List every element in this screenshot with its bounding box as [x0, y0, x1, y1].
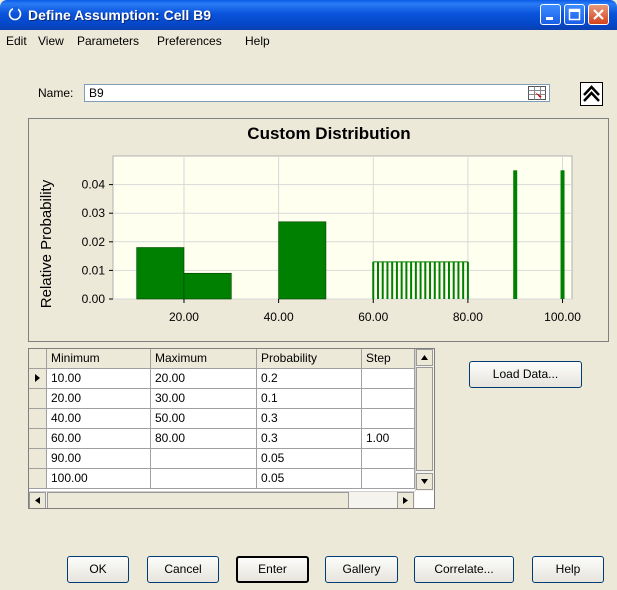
scroll-right-icon	[403, 497, 408, 504]
cell-step[interactable]	[362, 409, 415, 429]
chart-title: Custom Distribution	[247, 124, 410, 143]
x-tick-label: 60.00	[358, 310, 388, 324]
horizontal-scroll-thumb[interactable]	[47, 492, 349, 508]
y-ticks: 0.00 0.01 0.02 0.03 0.04	[82, 178, 113, 306]
row-header[interactable]	[29, 389, 47, 409]
range-bar	[278, 221, 327, 300]
vertical-scroll-thumb[interactable]	[416, 367, 433, 471]
cell-probability[interactable]: 0.2	[257, 369, 362, 389]
menu-view[interactable]: View	[38, 34, 64, 48]
y-tick-label: 0.00	[82, 292, 106, 306]
header-step[interactable]: Step	[362, 349, 415, 369]
y-tick-label: 0.02	[82, 235, 106, 249]
cell-maximum[interactable]: 80.00	[151, 429, 257, 449]
cell-probability[interactable]: 0.3	[257, 409, 362, 429]
header-maximum[interactable]: Maximum	[151, 349, 257, 369]
y-tick-label: 0.01	[82, 263, 106, 277]
correlate-button[interactable]: Correlate...	[414, 556, 514, 583]
row-header[interactable]	[29, 469, 47, 489]
cell-minimum[interactable]: 10.00	[47, 369, 151, 389]
cell-maximum[interactable]	[151, 469, 257, 489]
crystal-ball-icon	[8, 7, 22, 21]
maximize-icon	[568, 8, 581, 21]
cell-probability[interactable]: 0.1	[257, 389, 362, 409]
discrete-bar	[560, 170, 565, 299]
scroll-left-button[interactable]	[29, 492, 46, 508]
name-label: Name:	[38, 86, 74, 100]
cell-maximum[interactable]: 50.00	[151, 409, 257, 429]
current-row-icon	[35, 374, 40, 382]
menu-help[interactable]: Help	[245, 34, 270, 48]
cell-minimum[interactable]: 40.00	[47, 409, 151, 429]
double-chevron-up-icon	[583, 85, 600, 102]
cell-maximum[interactable]: 20.00	[151, 369, 257, 389]
horizontal-scrollbar[interactable]	[29, 491, 415, 508]
title-bar[interactable]: Define Assumption: Cell B9	[0, 0, 617, 30]
range-bar	[183, 272, 232, 300]
x-ticks: 20.00 40.00 60.00 80.00 100.00	[169, 299, 581, 324]
menu-edit[interactable]: Edit	[6, 34, 27, 48]
header-probability[interactable]: Probability	[257, 349, 362, 369]
distribution-table[interactable]: Minimum Maximum Probability Step 10.00 20…	[28, 348, 435, 509]
row-header[interactable]	[29, 409, 47, 429]
close-button[interactable]	[588, 4, 609, 25]
distribution-chart: Custom Distribution Relative Probability…	[38, 124, 581, 324]
row-header[interactable]	[29, 429, 47, 449]
cell-step[interactable]	[362, 369, 415, 389]
collapse-button[interactable]	[580, 82, 603, 106]
cell-minimum[interactable]: 100.00	[47, 469, 151, 489]
cell-step[interactable]	[362, 389, 415, 409]
cell-minimum[interactable]: 90.00	[47, 449, 151, 469]
cell-step[interactable]: 1.00	[362, 429, 415, 449]
minimize-icon	[546, 17, 553, 20]
scroll-down-icon	[421, 479, 428, 484]
cancel-button[interactable]: Cancel	[147, 556, 219, 583]
cell-maximum[interactable]	[151, 449, 257, 469]
menu-preferences[interactable]: Preferences	[157, 34, 222, 48]
corner-cell	[29, 349, 47, 369]
scroll-down-button[interactable]	[416, 473, 433, 490]
vertical-scrollbar[interactable]	[415, 349, 434, 491]
minimize-button[interactable]	[540, 4, 561, 25]
row-header[interactable]	[29, 449, 47, 469]
cell-minimum[interactable]: 20.00	[47, 389, 151, 409]
header-minimum[interactable]: Minimum	[47, 349, 151, 369]
enter-button[interactable]: Enter	[236, 556, 309, 583]
menu-parameters[interactable]: Parameters	[77, 34, 139, 48]
help-button[interactable]: Help	[532, 556, 604, 583]
cell-step[interactable]	[362, 469, 415, 489]
cell-minimum[interactable]: 60.00	[47, 429, 151, 449]
cell-probability[interactable]: 0.05	[257, 449, 362, 469]
y-axis-label: Relative Probability	[38, 179, 55, 308]
scroll-up-icon	[421, 355, 428, 360]
discrete-bar	[513, 170, 518, 299]
y-tick-label: 0.04	[82, 178, 106, 192]
name-input[interactable]: B9	[84, 84, 550, 102]
x-tick-label: 100.00	[544, 310, 581, 324]
menu-bar: Edit View Parameters Preferences Help	[0, 30, 617, 52]
row-header[interactable]	[29, 369, 47, 389]
cell-probability[interactable]: 0.3	[257, 429, 362, 449]
cell-probability[interactable]: 0.05	[257, 469, 362, 489]
cell-reference-icon	[528, 86, 546, 100]
cell-step[interactable]	[362, 449, 415, 469]
ok-button[interactable]: OK	[67, 556, 129, 583]
x-tick-label: 80.00	[453, 310, 483, 324]
window-title: Define Assumption: Cell B9	[28, 7, 212, 23]
load-data-button[interactable]: Load Data...	[469, 361, 582, 388]
gallery-button[interactable]: Gallery	[325, 556, 398, 583]
x-tick-label: 40.00	[264, 310, 294, 324]
chart-panel: Custom Distribution Relative Probability…	[28, 118, 609, 342]
close-icon	[593, 9, 604, 20]
x-tick-label: 20.00	[169, 310, 199, 324]
scroll-left-icon	[35, 497, 40, 504]
cell-maximum[interactable]: 30.00	[151, 389, 257, 409]
scroll-up-button[interactable]	[416, 349, 433, 366]
cell-reference-button[interactable]	[528, 86, 546, 100]
scroll-right-button[interactable]	[397, 492, 414, 508]
y-tick-label: 0.03	[82, 206, 106, 220]
range-bar	[136, 247, 185, 300]
maximize-button[interactable]	[564, 4, 585, 25]
